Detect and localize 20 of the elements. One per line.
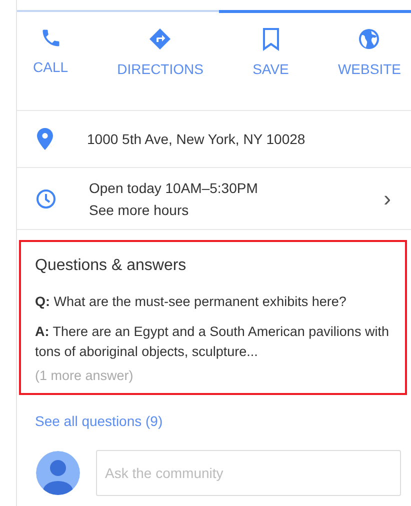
action-button[interactable]: CALL xyxy=(29,27,72,80)
address-text: 1000 5th Ave, New York, NY 10028 xyxy=(87,130,306,148)
question-text: Q: What are the must-see permanent exhibits here? xyxy=(35,293,348,311)
more-hours-text: See more hours xyxy=(89,200,190,220)
section-title: Questions & answers xyxy=(35,256,188,276)
chevron-icon: › xyxy=(384,182,391,215)
directions-icon xyxy=(148,27,172,51)
answer-text: A: There are an Egypt and a South American pavilions with tons of aboriginal objects, sculpture... xyxy=(35,323,390,362)
hours-status: Open today 10AM–5:30PM xyxy=(89,178,259,198)
location-pin-icon xyxy=(37,128,53,150)
action-button[interactable]: SAVE xyxy=(248,27,293,80)
action-button[interactable]: DIRECTIONS xyxy=(113,27,208,80)
more-answers-text: (1 more answer) xyxy=(35,367,134,386)
action-button[interactable]: WEBSITE xyxy=(334,27,405,80)
see-all-questions-link[interactable]: See all questions (9) xyxy=(35,410,163,432)
globe-icon xyxy=(357,27,382,51)
ask-field[interactable]: Ask the community xyxy=(96,450,401,496)
hours-row[interactable]: Open today 10AM–5:30PM See more hours › xyxy=(17,168,411,230)
clock-icon xyxy=(36,188,56,208)
avatar-icon xyxy=(36,450,80,494)
